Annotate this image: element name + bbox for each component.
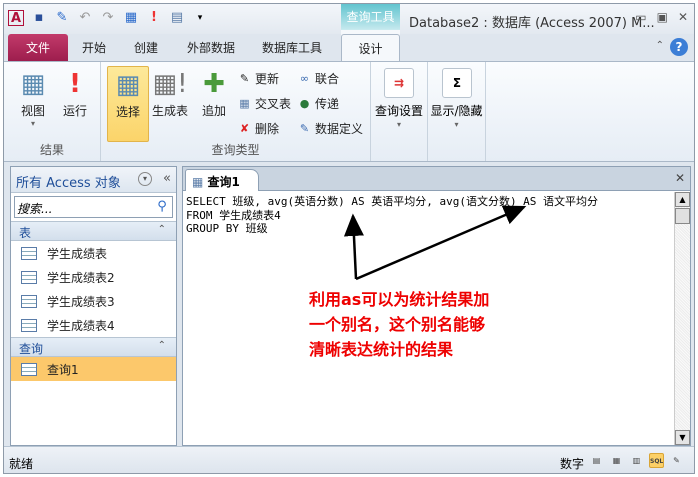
arrow-to-alias-2 (355, 205, 527, 281)
design-view-icon[interactable]: ✎ (669, 453, 684, 468)
annotation-line: 一个别名，这个别名能够 (309, 315, 486, 334)
status-text: 就绪 (9, 457, 34, 471)
sql-view-button[interactable]: SQL (649, 453, 664, 468)
pivot-table-view-icon[interactable]: ▦ (609, 453, 624, 468)
annotation-line: 清晰表达统计的结果 (309, 340, 454, 359)
pivot-chart-view-icon[interactable]: ▥ (629, 453, 644, 468)
annotation-arrows (343, 205, 527, 281)
annotation-text: 利用as可以为统计结果加 一个别名，这个别名能够 清晰表达统计的结果 (309, 287, 489, 362)
annotation-line: 利用as可以为统计结果加 (309, 290, 490, 309)
arrow-to-alias-1 (343, 213, 364, 280)
datasheet-view-icon[interactable]: ▤ (589, 453, 604, 468)
access-window: A ▪ ✎ ↶ ↷ ▦ ! ▤ ▾ 查询工具 Database2 : 数据库 (… (3, 3, 695, 474)
status-bar: 就绪 数字 ▤ ▦ ▥ SQL ✎ (4, 446, 694, 473)
num-lock-indicator: 数字 (559, 457, 584, 471)
